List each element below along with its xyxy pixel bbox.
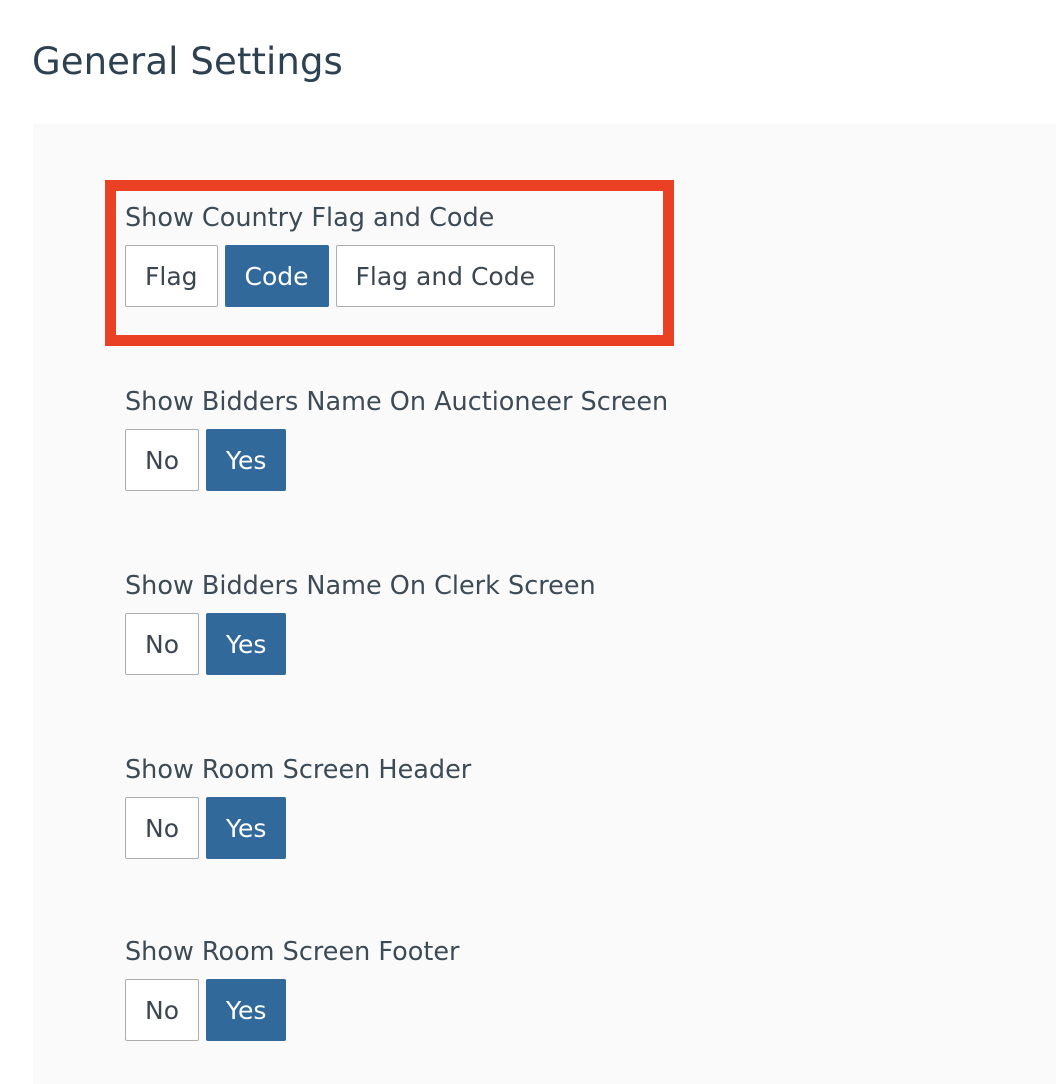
option-button-code[interactable]: Code	[224, 245, 329, 307]
option-button-yes[interactable]: Yes	[206, 613, 287, 675]
option-button-no[interactable]: No	[125, 979, 199, 1041]
option-button-no[interactable]: No	[125, 429, 199, 491]
option-button-group: No Yes	[125, 429, 668, 491]
setting-group-show-bidders-name-on-clerk-screen: Show Bidders Name On Clerk Screen No Yes	[125, 569, 596, 675]
general-settings-panel: Show Country Flag and Code Flag Code Fla…	[33, 124, 1056, 1084]
setting-group-show-room-screen-footer: Show Room Screen Footer No Yes	[125, 935, 460, 1041]
setting-group-show-room-screen-header: Show Room Screen Header No Yes	[125, 753, 471, 859]
setting-label: Show Bidders Name On Auctioneer Screen	[125, 387, 669, 417]
page-title: General Settings	[32, 39, 343, 83]
option-button-yes[interactable]: Yes	[206, 979, 287, 1041]
settings-page: General Settings Show Country Flag and C…	[0, 0, 1056, 1084]
option-button-group: Flag Code Flag and Code	[125, 245, 555, 307]
option-button-yes[interactable]: Yes	[206, 429, 287, 491]
option-button-no[interactable]: No	[125, 797, 199, 859]
option-button-group: No Yes	[125, 979, 460, 1041]
setting-label: Show Country Flag and Code	[125, 203, 495, 233]
option-button-group: No Yes	[125, 797, 471, 859]
setting-label: Show Room Screen Header	[125, 755, 472, 785]
setting-label: Show Room Screen Footer	[125, 937, 460, 967]
setting-group-show-bidders-name-on-auctioneer-screen: Show Bidders Name On Auctioneer Screen N…	[125, 385, 668, 491]
option-button-no[interactable]: No	[125, 613, 199, 675]
option-button-yes[interactable]: Yes	[206, 797, 287, 859]
setting-group-show-country-flag-and-code: Show Country Flag and Code Flag Code Fla…	[125, 201, 555, 307]
option-button-flag[interactable]: Flag	[125, 245, 218, 307]
option-button-group: No Yes	[125, 613, 596, 675]
setting-label: Show Bidders Name On Clerk Screen	[125, 571, 596, 601]
option-button-flag-and-code[interactable]: Flag and Code	[335, 245, 555, 307]
